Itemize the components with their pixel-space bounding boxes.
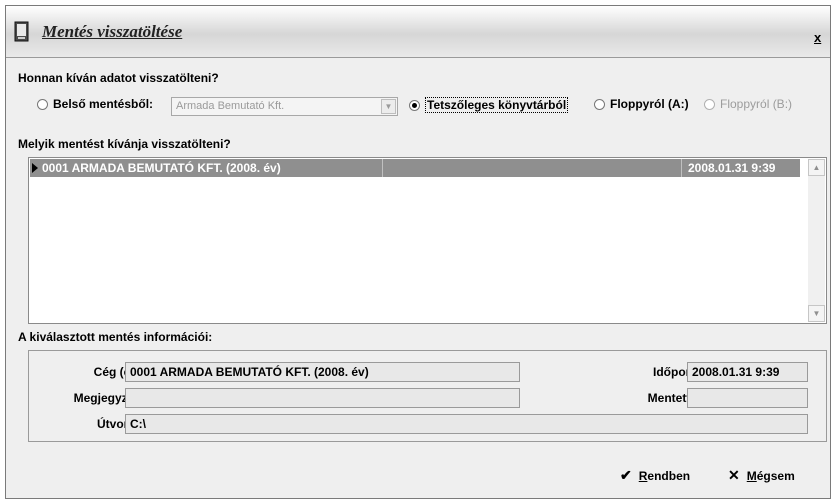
source-question: Honnan kíván adatot visszatölteni? [18, 71, 219, 85]
document-icon [14, 21, 29, 42]
checkmark-icon: ✔ [620, 467, 632, 483]
company-field: 0001 ARMADA BEMUTATÓ KFT. (2008. év) [125, 362, 520, 382]
list-item[interactable]: 0001 ARMADA BEMUTATÓ KFT. (2008. év) 200… [30, 159, 800, 177]
restore-dialog: Mentés visszatöltése x Honnan kíván adat… [5, 5, 831, 499]
ok-button[interactable]: ✔ Rendben [620, 467, 690, 484]
backup-name: 0001 ARMADA BEMUTATÓ KFT. (2008. év) [42, 161, 281, 175]
radio-circle [594, 98, 605, 110]
chevron-down-icon[interactable]: ▼ [381, 99, 396, 114]
backup-list[interactable]: 0001 ARMADA BEMUTATÓ KFT. (2008. év) 200… [28, 157, 827, 324]
combo-value: Armada Bemutató Kft. [176, 100, 285, 112]
radio-floppy-b: Floppyról (B:) [704, 97, 792, 111]
scroll-up-icon[interactable]: ▲ [808, 159, 825, 176]
x-icon: ✕ [728, 467, 740, 483]
radio-circle [37, 98, 48, 110]
radio-internal-backup[interactable]: Belső mentésből: [37, 97, 153, 111]
title-bar: Mentés visszatöltése x [6, 6, 830, 58]
scroll-down-icon[interactable]: ▼ [808, 305, 825, 322]
radio-circle [409, 99, 420, 111]
radio-label: Floppyról (B:) [720, 97, 793, 111]
path-field: C:\ [125, 414, 808, 434]
list-scrollbar[interactable]: ▲ ▼ [808, 159, 825, 322]
company-combo[interactable]: Armada Bemutató Kft. ▼ [171, 97, 398, 116]
cancel-label: égsem [756, 468, 795, 483]
window-title: Mentés visszatöltése [42, 22, 183, 41]
radio-label: Floppyról (A:) [610, 97, 689, 111]
column-divider [681, 159, 682, 177]
radio-circle [704, 98, 715, 110]
cancel-button[interactable]: ✕ Mégsem [728, 467, 795, 484]
radio-label: Belső mentésből: [53, 97, 154, 111]
radio-any-directory[interactable]: Tetszőleges könyvtárból [409, 97, 569, 113]
row-pointer-icon [32, 163, 38, 173]
time-field: 2008.01.31 9:39 [687, 362, 808, 382]
close-button[interactable]: x [814, 30, 821, 45]
column-divider [382, 159, 383, 177]
cancel-mnemonic: M [746, 468, 757, 483]
note-field [125, 388, 520, 408]
info-panel: Cég (év): 0001 ARMADA BEMUTATÓ KFT. (200… [28, 350, 827, 442]
radio-floppy-a[interactable]: Floppyról (A:) [594, 97, 689, 111]
backup-date: 2008.01.31 9:39 [688, 161, 776, 175]
info-heading: A kiválasztott mentés információi: [18, 330, 213, 344]
radio-label: Tetszőleges könyvtárból [425, 97, 569, 113]
ok-label: endben [647, 468, 691, 483]
saved-by-field [687, 388, 808, 408]
ok-mnemonic: R [638, 468, 648, 483]
backup-question: Melyik mentést kívánja visszatölteni? [18, 137, 231, 151]
